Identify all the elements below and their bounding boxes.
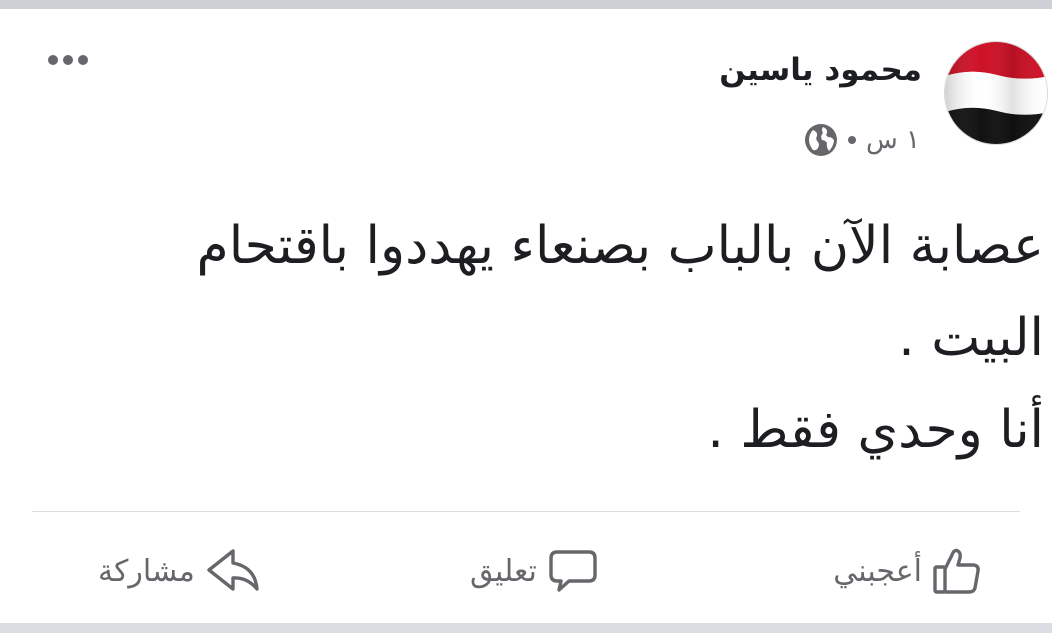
- post-author-name[interactable]: محمود ياسين: [719, 52, 922, 88]
- bottom-strip: [0, 623, 1052, 633]
- share-arrow-icon: [207, 549, 259, 591]
- yemen-flag-icon: [945, 42, 1047, 144]
- post-meta: ١ س: [804, 120, 920, 160]
- post-text-line: أنا وحدي فقط .: [707, 400, 1044, 460]
- more-options-icon[interactable]: [48, 46, 96, 74]
- speech-bubble-icon: [549, 550, 597, 592]
- like-button[interactable]: أعجبني: [833, 536, 984, 606]
- globe-icon: [805, 124, 838, 156]
- comment-button[interactable]: تعليق: [470, 536, 599, 606]
- separator-dot: [848, 136, 857, 144]
- post-text-line: البيت .: [898, 308, 1044, 368]
- post-time[interactable]: ١ س: [866, 125, 920, 155]
- ellipsis-dot: [48, 55, 58, 65]
- ellipsis-dot: [63, 55, 73, 65]
- top-strip: [0, 0, 1052, 9]
- divider: [32, 511, 1020, 512]
- share-label: مشاركة: [98, 553, 195, 589]
- thumbs-up-icon: [933, 548, 980, 594]
- share-button[interactable]: مشاركة: [98, 536, 261, 606]
- comment-label: تعليق: [470, 553, 537, 589]
- avatar[interactable]: [944, 41, 1048, 145]
- ellipsis-dot: [78, 55, 88, 65]
- post-text-line: عصابة الآن بالباب بصنعاء يهددوا باقتحام: [196, 216, 1044, 276]
- post-text: عصابة الآن بالباب بصنعاء يهددوا باقتحام …: [28, 200, 1044, 476]
- like-label: أعجبني: [833, 553, 922, 589]
